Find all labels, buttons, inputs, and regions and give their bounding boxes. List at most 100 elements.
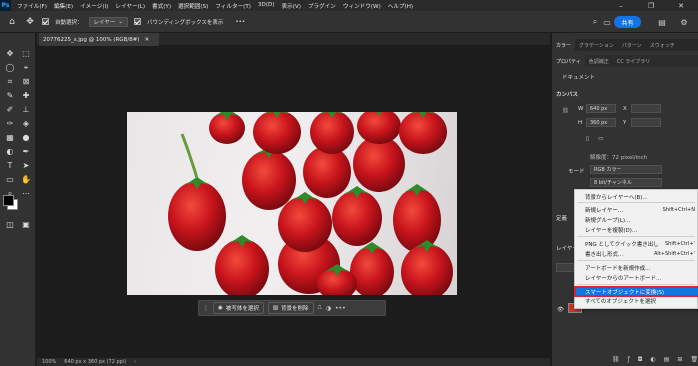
more-tools-icon[interactable]: ⋯ (20, 188, 32, 199)
chevron-right-icon[interactable]: › (134, 359, 136, 365)
menu-item[interactable]: レイヤー(L) (115, 2, 145, 10)
x-field[interactable] (631, 104, 661, 113)
document-tab[interactable]: 20776225_s.jpg @ 100% (RGB/8#) ✕ (39, 33, 159, 46)
link-layers-icon[interactable]: ⛓ (612, 356, 620, 363)
share-button[interactable]: 共有 (614, 16, 641, 28)
menu-item[interactable]: フィルター(T) (215, 2, 251, 10)
drag-handle-icon[interactable]: ⋮ (203, 305, 209, 312)
menu-item[interactable]: 編集(E) (54, 2, 73, 10)
menu-item[interactable]: プラグイン (308, 2, 336, 10)
bit-depth-dropdown[interactable]: 8 bit/チャンネル (590, 178, 662, 187)
foreground-color-swatch[interactable] (3, 195, 14, 206)
context-menu-item[interactable]: アートボードを新規作成... (575, 263, 698, 272)
history-brush-icon[interactable]: ✑ (4, 118, 16, 129)
mode-dropdown[interactable]: RGB カラー (590, 165, 662, 174)
properties-tab[interactable]: 色調補正 (585, 55, 613, 67)
blur-icon[interactable]: ● (20, 132, 32, 143)
panel-tab[interactable]: パターン (618, 39, 646, 51)
arrange-icon[interactable]: ▤ (657, 17, 667, 27)
lasso-icon[interactable]: ◯ (4, 62, 16, 73)
crop-icon[interactable]: ⌗ (4, 76, 16, 87)
context-menu-item[interactable]: スマートオブジェクトに変換(S) (574, 286, 698, 297)
width-field[interactable]: 640 px (586, 104, 616, 113)
show-transform-checkbox[interactable] (133, 18, 141, 25)
fx-icon[interactable]: ƒ (628, 356, 630, 363)
canvas-section-title[interactable]: カンバス (556, 90, 578, 98)
context-menu-item[interactable]: すべてのオブジェクトを選択 (575, 296, 698, 305)
context-menu-item[interactable]: レイヤーからのアートボード... (575, 273, 698, 282)
type-icon[interactable]: T (4, 160, 16, 171)
panel-tab[interactable]: スウォッチ (646, 39, 679, 51)
screen-mode-icon[interactable]: ▣ (20, 219, 32, 230)
move-icon[interactable]: ✥ (4, 48, 16, 59)
close-icon[interactable]: ✕ (670, 0, 692, 11)
hand-icon[interactable]: ✋ (20, 174, 32, 185)
section-title[interactable]: 定義 (556, 214, 567, 222)
minimize-icon[interactable]: – (610, 0, 632, 11)
close-icon[interactable]: ✕ (144, 37, 149, 43)
new-group-icon[interactable]: ▤ (664, 356, 670, 363)
menu-item[interactable]: 表示(V) (282, 2, 301, 10)
canvas-area[interactable]: ⋮ ◉ 被写体を選択 ▨ 背景を削除 ⎍ ◑ ••• (37, 46, 550, 358)
shape-icon[interactable]: ▭ (4, 174, 16, 185)
more-icon[interactable]: ••• (235, 19, 245, 25)
auto-select-target-dropdown[interactable]: レイヤー ⌄ (88, 16, 128, 27)
menu-item[interactable]: 3D(D) (258, 2, 275, 10)
eraser-icon[interactable]: ◈ (20, 118, 32, 129)
landscape-icon[interactable]: ▭ (598, 136, 603, 142)
pen-icon[interactable]: ✒ (20, 146, 32, 157)
y-field[interactable] (631, 118, 661, 127)
quick-mask-icon[interactable]: ◫ (4, 219, 16, 230)
dodge-icon[interactable]: ◐ (4, 146, 16, 157)
panel-tab[interactable]: グラデーション (575, 39, 618, 51)
trash-icon[interactable]: 🗑 (690, 356, 698, 363)
eye-icon[interactable]: 👁 (557, 307, 564, 313)
context-menu-item[interactable]: 新規レイヤー... Shift+Ctrl+N (575, 205, 698, 214)
panel-tab[interactable]: カラー (552, 39, 576, 51)
mask-icon[interactable]: ⎍ (318, 304, 322, 312)
workspace-icon[interactable]: ▭ (602, 17, 612, 27)
height-field[interactable]: 360 px (586, 118, 616, 127)
maximize-icon[interactable]: ❐ (640, 0, 662, 11)
strawberry-image[interactable] (127, 112, 457, 295)
link-icon[interactable]: ⛓ (562, 108, 569, 114)
properties-tab[interactable]: CC ライブラリ (613, 55, 655, 67)
menu-item[interactable]: 選択範囲(S) (178, 2, 208, 10)
properties-tab[interactable]: プロパティ (552, 55, 585, 67)
frame-icon[interactable]: ⊠ (20, 76, 32, 87)
context-menu-item[interactable]: レイヤーを複製(D)... (575, 225, 698, 234)
stamp-icon[interactable]: ⊥ (20, 104, 32, 115)
gradient-icon[interactable]: ▦ (4, 132, 16, 143)
search-icon[interactable]: ⌕ (590, 17, 600, 27)
portrait-icon[interactable]: ▯ (586, 136, 589, 142)
menu-item[interactable]: ヘルプ(H) (388, 2, 413, 10)
menu-item[interactable]: 書式(Y) (152, 2, 171, 10)
layer-filter-field[interactable] (556, 263, 574, 272)
remove-background-button[interactable]: ▨ 背景を削除 (267, 302, 314, 314)
add-mask-icon[interactable]: ◘ (638, 356, 643, 363)
context-menu-item[interactable]: 書き出し形式... Alt+Shift+Ctrl+' (575, 249, 698, 258)
settings-icon[interactable]: ⚙ (679, 17, 689, 27)
artboard-icon[interactable]: ⬚ (20, 48, 32, 59)
adjustment-layer-icon[interactable]: ◐ (651, 356, 656, 363)
select-subject-button[interactable]: ◉ 被写体を選択 (213, 302, 264, 314)
menu-item[interactable]: イメージ(I) (80, 2, 108, 10)
move-tool-icon[interactable]: ✥ (24, 16, 36, 28)
brush-icon[interactable]: ✐ (4, 104, 16, 115)
eyedropper-icon[interactable]: ✎ (4, 90, 16, 101)
more-options[interactable]: ••• (335, 305, 346, 312)
zoom-level[interactable]: 100% (42, 359, 56, 365)
auto-select-checkbox[interactable] (42, 18, 49, 25)
heal-icon[interactable]: ✚ (20, 90, 32, 101)
path-select-icon[interactable]: ➤ (20, 160, 32, 171)
adjust-icon[interactable]: ◑ (326, 305, 331, 312)
home-icon[interactable]: ⌂ (6, 16, 18, 28)
context-menu-item[interactable]: 新規グループ(L)... (575, 215, 698, 224)
object-select-icon[interactable]: ⌖ (20, 62, 32, 73)
menu-item[interactable]: ファイル(F) (17, 2, 47, 10)
context-menu-item[interactable]: PNG としてクイック書き出し Shift+Ctrl+' (575, 239, 698, 248)
menu-item[interactable]: ウィンドウ(W) (343, 2, 381, 10)
new-layer-icon[interactable]: ⊞ (677, 356, 682, 363)
menu-separator (577, 236, 695, 237)
context-menu-item[interactable]: 背景からレイヤーへ(B)... (575, 192, 698, 201)
